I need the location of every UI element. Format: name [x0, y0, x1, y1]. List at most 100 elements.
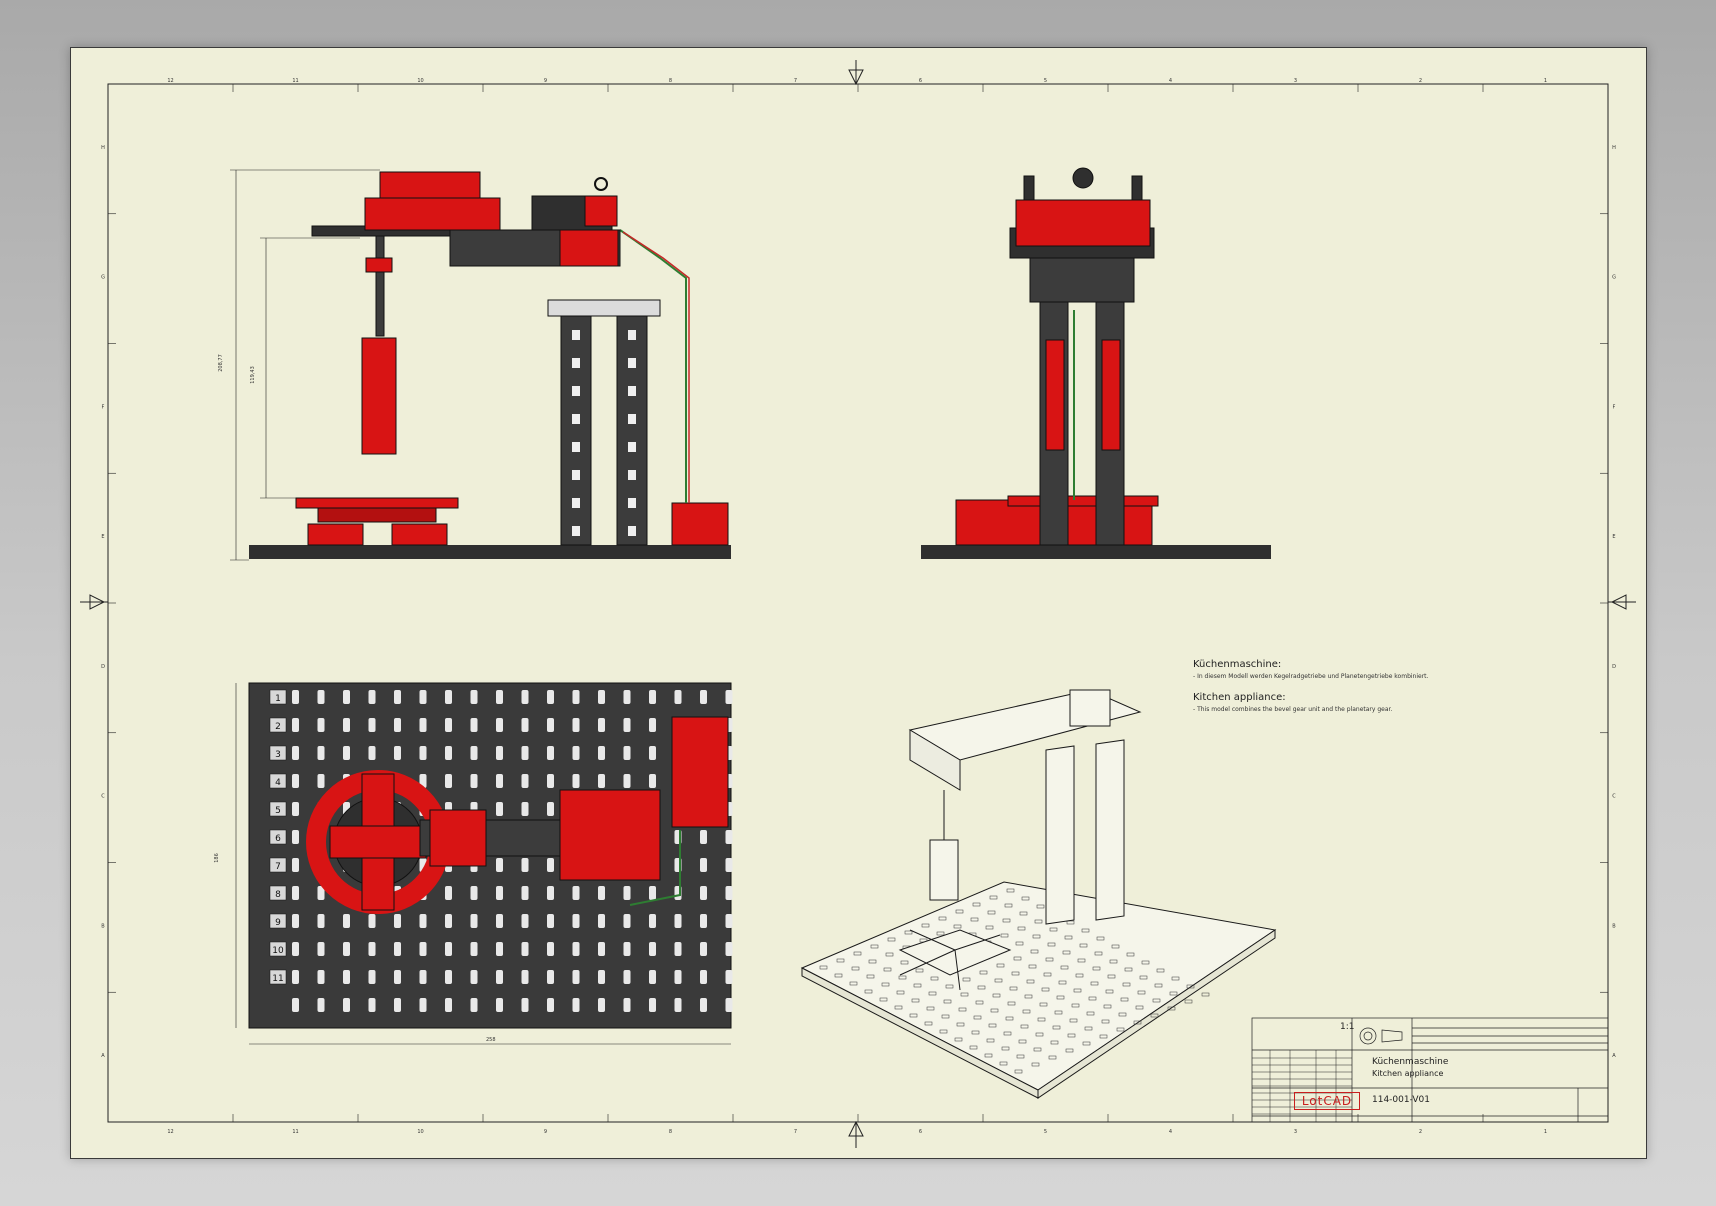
plate-hole	[368, 690, 376, 704]
plate-hole	[470, 998, 478, 1012]
plate-hole	[649, 718, 656, 732]
projection-symbol-inner	[1363, 1031, 1373, 1041]
row-number: 4	[275, 778, 281, 788]
plate-hole	[674, 998, 682, 1012]
plate-hole	[343, 746, 350, 760]
plate-hole	[547, 774, 554, 788]
column-hole	[628, 330, 636, 340]
front-turntable	[1007, 495, 1159, 507]
zone-letter: G	[101, 275, 105, 281]
plate-hole	[521, 998, 529, 1012]
side-turntable-leg-left	[307, 523, 364, 546]
plate-hole	[496, 858, 503, 872]
zone-number: 5	[1044, 78, 1047, 84]
zone-number: 10	[417, 78, 423, 84]
plate-hole	[700, 830, 707, 844]
note-text-de: - In diesem Modell werden Kegelradgetrie…	[1193, 673, 1429, 680]
plate-hole	[445, 914, 452, 928]
plate-hole	[598, 998, 605, 1012]
plate-hole	[445, 942, 452, 956]
plate-hole	[445, 886, 452, 900]
plate-hole	[445, 970, 452, 984]
title-block-rows	[1252, 1050, 1352, 1122]
plate-hole	[317, 942, 325, 956]
zone-number: 2	[1419, 78, 1422, 84]
zone-letter: H	[101, 145, 105, 151]
column-hole	[572, 442, 580, 452]
front-head-block	[1015, 199, 1151, 247]
zone-letter: E	[1612, 534, 1615, 540]
iso-column-right	[1095, 739, 1125, 921]
side-crank-block	[584, 195, 618, 227]
plate-hole	[521, 690, 529, 704]
plate-hole	[521, 718, 529, 732]
projection-symbol-cone	[1381, 1029, 1403, 1043]
column-hole	[628, 414, 636, 424]
row-number: 3	[275, 750, 281, 760]
top-arm-block	[429, 809, 487, 867]
zone-number: 1	[1544, 78, 1547, 84]
top-turntable-cross-h	[329, 825, 427, 859]
plate-hole	[292, 886, 299, 900]
side-crossbar	[547, 299, 661, 317]
plate-hole	[623, 914, 631, 928]
plate-hole	[292, 746, 299, 760]
plate-hole	[368, 914, 376, 928]
plate-hole	[623, 886, 631, 900]
plate-hole	[292, 914, 299, 928]
plate-hole	[572, 718, 580, 732]
plate-hole	[292, 718, 299, 732]
side-tool-head	[361, 337, 397, 455]
projection-symbol-circle	[1359, 1027, 1377, 1045]
plate-hole	[292, 830, 299, 844]
zone-number: 1	[1544, 1129, 1547, 1135]
plate-hole	[547, 942, 554, 956]
plate-hole	[496, 774, 503, 788]
column-hole	[572, 470, 580, 480]
plate-hole	[343, 718, 350, 732]
plate-hole	[674, 942, 682, 956]
side-view	[230, 169, 731, 561]
plate-hole	[623, 718, 631, 732]
plate-hole	[317, 914, 325, 928]
plate-hole	[470, 970, 478, 984]
plate-hole	[470, 914, 478, 928]
plate-hole	[343, 970, 350, 984]
zone-number: 9	[544, 1129, 547, 1135]
plate-hole	[598, 970, 605, 984]
column-hole	[628, 526, 636, 536]
plate-hole	[521, 858, 529, 872]
column-hole	[572, 358, 580, 368]
plate-hole	[700, 914, 707, 928]
title-block-title-en: Kitchen appliance	[1372, 1069, 1444, 1078]
plate-hole	[419, 914, 427, 928]
zone-letter: B	[1612, 923, 1616, 929]
plate-hole	[623, 998, 631, 1012]
title-block-scale: 1:1	[1340, 1022, 1355, 1032]
plate-hole	[368, 998, 376, 1012]
side-turntable-leg-right	[391, 523, 448, 546]
plate-hole	[317, 718, 325, 732]
plate-hole	[521, 914, 529, 928]
zone-letter: E	[101, 534, 104, 540]
plate-hole	[496, 970, 503, 984]
plate-hole	[572, 998, 580, 1012]
plate-hole	[292, 858, 299, 872]
note-title-de: Küchenmaschine:	[1193, 659, 1282, 670]
plate-hole	[572, 886, 580, 900]
column-hole	[628, 470, 636, 480]
plate-hole	[292, 970, 299, 984]
front-column-red-left	[1045, 339, 1065, 451]
plate-hole	[470, 690, 478, 704]
plate-hole	[725, 914, 733, 928]
top-motor	[671, 716, 729, 828]
row-number: 2	[275, 722, 281, 732]
plate-hole	[623, 690, 631, 704]
plate-hole	[470, 886, 478, 900]
column-hole	[628, 386, 636, 396]
zone-number: 6	[919, 1129, 922, 1135]
side-crank-ring	[594, 177, 608, 191]
zone-letter: D	[101, 664, 105, 670]
plate-hole	[394, 746, 401, 760]
plate-hole	[598, 746, 605, 760]
